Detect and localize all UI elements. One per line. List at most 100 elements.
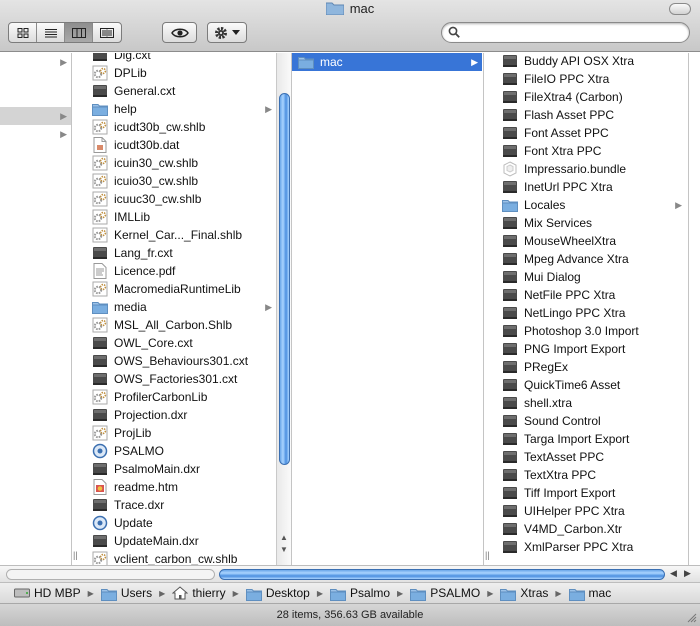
horizontal-scroll-thumb[interactable]	[219, 569, 665, 580]
list-item-impressario-bundle[interactable]: Impressario.bundle	[496, 160, 686, 178]
list-item-flash-asset-ppc[interactable]: Flash Asset PPC	[496, 106, 686, 124]
quick-look-button[interactable]	[162, 22, 197, 43]
column-view-button[interactable]	[65, 23, 93, 42]
xtra-file-icon	[92, 83, 108, 99]
list-item-psalmomain-dxr[interactable]: PsalmoMain.dxr	[72, 460, 276, 478]
list-item-xmlparser-ppc-xtra[interactable]: XmlParser PPC Xtra	[496, 538, 686, 556]
list-item-projection-dxr[interactable]: Projection.dxr	[72, 406, 276, 424]
list-item-update[interactable]: Update	[72, 514, 276, 532]
pdf-file-icon	[92, 263, 108, 279]
list-item-mousewheelxtra[interactable]: MouseWheelXtra	[496, 232, 686, 250]
path-crumb-psalmo[interactable]: PSALMO	[410, 586, 481, 601]
horizontal-scrollbar[interactable]: ◀ ▶	[0, 565, 700, 583]
sidebar-row[interactable]: ▶	[0, 125, 71, 143]
list-item-imllib[interactable]: IMLLib	[72, 208, 276, 226]
list-item-lang-fr-cxt[interactable]: Lang_fr.cxt	[72, 244, 276, 262]
list-item-mac[interactable]: mac ▶	[292, 53, 482, 71]
list-item-projlib[interactable]: ProjLib	[72, 424, 276, 442]
list-item-mix-services[interactable]: Mix Services	[496, 214, 686, 232]
list-item-pregex[interactable]: PRegEx	[496, 358, 686, 376]
list-item-textxtra-ppc[interactable]: TextXtra PPC	[496, 466, 686, 484]
search-input[interactable]	[464, 25, 679, 40]
list-item-ows-factories301-cxt[interactable]: OWS_Factories301.cxt	[72, 370, 276, 388]
list-item-icuuc30-cw-shlb[interactable]: icuuc30_cw.shlb	[72, 190, 276, 208]
list-item-font-xtra-ppc[interactable]: Font Xtra PPC	[496, 142, 686, 160]
list-item-ineturl-ppc-xtra[interactable]: InetUrl PPC Xtra	[496, 178, 686, 196]
path-crumb-label: PSALMO	[430, 586, 481, 600]
list-item-shell-xtra[interactable]: shell.xtra	[496, 394, 686, 412]
list-item-mpeg-advance-xtra[interactable]: Mpeg Advance Xtra	[496, 250, 686, 268]
scroll-left-arrow[interactable]: ◀	[670, 568, 677, 579]
list-item-ows-behaviours301-cxt[interactable]: OWS_Behaviours301.cxt	[72, 352, 276, 370]
list-item-netfile-ppc-xtra[interactable]: NetFile PPC Xtra	[496, 286, 686, 304]
item-label: Flash Asset PPC	[524, 108, 615, 122]
list-item-netlingo-ppc-xtra[interactable]: NetLingo PPC Xtra	[496, 304, 686, 322]
scroll-down-arrow[interactable]: ▼	[280, 545, 288, 554]
list-item-locales[interactable]: Locales ▶	[496, 196, 686, 214]
list-item-icuio30-cw-shlb[interactable]: icuio30_cw.shlb	[72, 172, 276, 190]
sidebar-row-selected[interactable]: ▶	[0, 107, 71, 125]
list-item-quicktime6-asset[interactable]: QuickTime6 Asset	[496, 376, 686, 394]
coverflow-view-button[interactable]	[93, 23, 121, 42]
chevron-right-icon: ▶	[265, 104, 272, 114]
library-file-icon	[92, 155, 108, 171]
list-item-photoshop-3-0-import[interactable]: Photoshop 3.0 Import	[496, 322, 686, 340]
list-item-kernel-car-final-shlb[interactable]: Kernel_Car..._Final.shlb	[72, 226, 276, 244]
list-item-mui-dialog[interactable]: Mui Dialog	[496, 268, 686, 286]
path-crumb-users[interactable]: Users	[100, 586, 152, 601]
column-divider[interactable]	[483, 53, 484, 565]
list-item-sound-control[interactable]: Sound Control	[496, 412, 686, 430]
list-item-readme-htm[interactable]: readme.htm	[72, 478, 276, 496]
list-item-msl-all-carbon-shlb[interactable]: MSL_All_Carbon.Shlb	[72, 316, 276, 334]
xtra-file-icon	[502, 467, 518, 483]
list-item-help[interactable]: help ▶	[72, 100, 276, 118]
list-item-dplib[interactable]: DPLib	[72, 64, 276, 82]
list-item-fileio-ppc-xtra[interactable]: FileIO PPC Xtra	[496, 70, 686, 88]
xtra-file-icon	[502, 323, 518, 339]
sidebar-row[interactable]: ▶	[0, 53, 71, 71]
list-item-icudt30b-dat[interactable]: icudt30b.dat	[72, 136, 276, 154]
icon-view-button[interactable]	[9, 23, 37, 42]
item-label: PsalmoMain.dxr	[114, 462, 201, 476]
list-item-vclient-carbon-cw-shlb[interactable]: vclient_carbon_cw.shlb	[72, 550, 276, 565]
list-item-icudt30b-cw-shlb[interactable]: icudt30b_cw.shlb	[72, 118, 276, 136]
list-item-uihelper-ppc-xtra[interactable]: UIHelper PPC Xtra	[496, 502, 686, 520]
path-crumb-hd-mbp[interactable]: HD MBP	[14, 586, 81, 600]
column-divider[interactable]	[688, 53, 689, 565]
list-item-font-asset-ppc[interactable]: Font Asset PPC	[496, 124, 686, 142]
column-resize-handle[interactable]: ||	[485, 550, 490, 560]
resize-grip-icon[interactable]	[686, 612, 697, 623]
list-item-general-cxt[interactable]: General.cxt	[72, 82, 276, 100]
list-item-profilercarbonlib[interactable]: ProfilerCarbonLib	[72, 388, 276, 406]
list-item-media[interactable]: media ▶	[72, 298, 276, 316]
list-item-buddy-api-osx-xtra[interactable]: Buddy API OSX Xtra	[496, 53, 686, 70]
path-crumb-xtras[interactable]: Xtras	[500, 586, 548, 601]
column1-scrollbar[interactable]: ▲ ▼	[276, 53, 291, 565]
action-menu-button[interactable]	[207, 22, 247, 43]
path-crumb-psalmo[interactable]: Psalmo	[330, 586, 390, 601]
list-item-licence-pdf[interactable]: Licence.pdf	[72, 262, 276, 280]
toolbar-toggle-button[interactable]	[669, 3, 691, 15]
item-label: FileXtra4 (Carbon)	[524, 90, 623, 104]
list-item-owl-core-cxt[interactable]: OWL_Core.cxt	[72, 334, 276, 352]
path-crumb-desktop[interactable]: Desktop	[245, 586, 310, 601]
path-crumb-thierry[interactable]: thierry	[171, 586, 226, 600]
list-item-updatemain-dxr[interactable]: UpdateMain.dxr	[72, 532, 276, 550]
list-item-tiff-import-export[interactable]: Tiff Import Export	[496, 484, 686, 502]
column1-scroll-thumb[interactable]	[279, 93, 290, 465]
list-view-button[interactable]	[37, 23, 65, 42]
list-item-icuin30-cw-shlb[interactable]: icuin30_cw.shlb	[72, 154, 276, 172]
list-item-psalmo[interactable]: PSALMO	[72, 442, 276, 460]
list-item-trace-dxr[interactable]: Trace.dxr	[72, 496, 276, 514]
scroll-right-arrow[interactable]: ▶	[684, 568, 691, 579]
path-crumb-mac[interactable]: mac	[568, 586, 611, 601]
list-item-macromediaruntimelib[interactable]: MacromediaRuntimeLib	[72, 280, 276, 298]
list-item-v4md-carbon-xtr[interactable]: V4MD_Carbon.Xtr	[496, 520, 686, 538]
list-item-targa-import-export[interactable]: Targa Import Export	[496, 430, 686, 448]
list-item-dig-cxt[interactable]: Dig.cxt	[72, 53, 276, 64]
list-item-png-import-export[interactable]: PNG Import Export	[496, 340, 686, 358]
scroll-up-arrow[interactable]: ▲	[280, 533, 288, 542]
list-item-filextra4-carbon[interactable]: FileXtra4 (Carbon)	[496, 88, 686, 106]
xtra-file-icon	[502, 359, 518, 375]
list-item-textasset-ppc[interactable]: TextAsset PPC	[496, 448, 686, 466]
